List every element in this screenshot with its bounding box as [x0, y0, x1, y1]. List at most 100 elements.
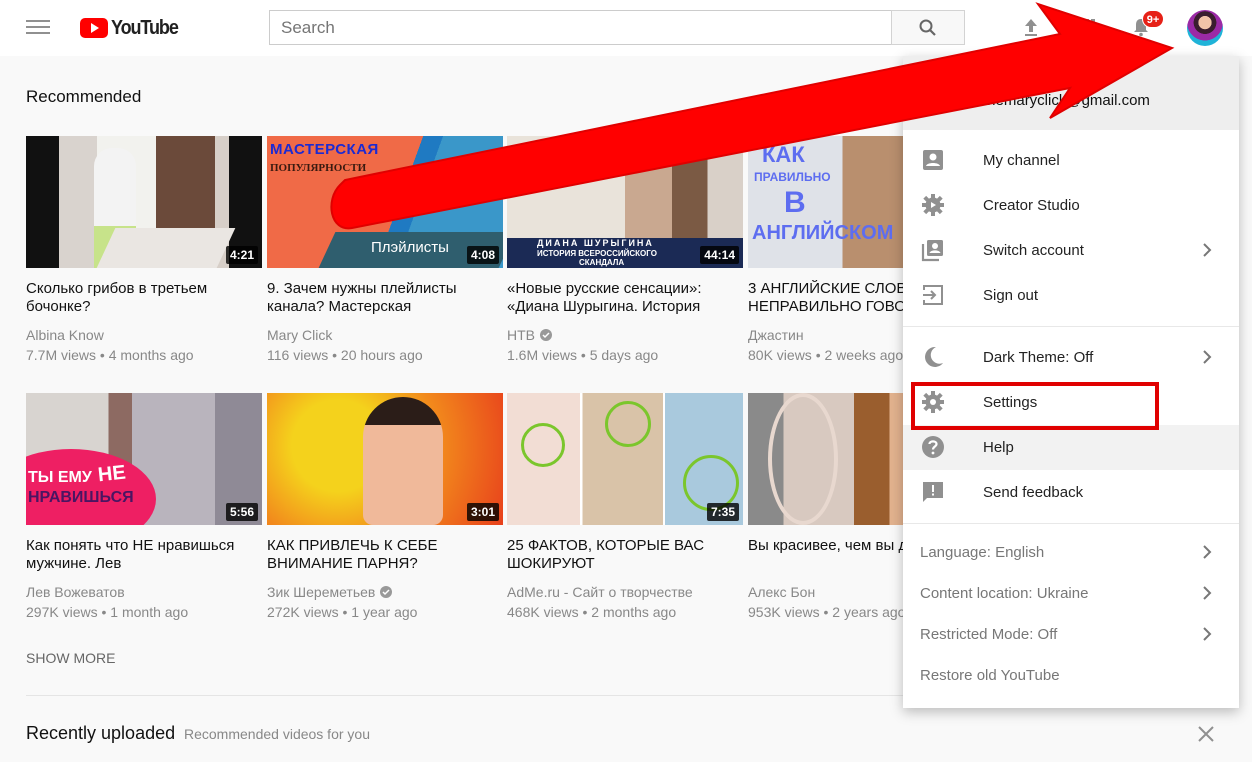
video-channel[interactable]: AdMe.ru - Сайт о творчестве — [507, 584, 693, 600]
menu-item-sign-out[interactable]: Sign out — [903, 273, 1239, 318]
channel-name[interactable]: Зик Шереметьев — [267, 584, 375, 600]
video-channel[interactable]: Джастин — [748, 327, 804, 343]
menu-item-dark-theme[interactable]: Dark Theme: Off — [903, 335, 1239, 380]
channel-name[interactable]: Albina Know — [26, 327, 104, 343]
video-title[interactable]: КАК ПРИВЛЕЧЬ К СЕБЕ ВНИМАНИЕ ПАРНЯ? — [267, 537, 497, 573]
video-channel[interactable]: НТВ — [507, 327, 552, 343]
section-title-recommended: Recommended — [26, 87, 142, 106]
chevron-right-icon — [1203, 243, 1212, 257]
menu-item-label: Language: English — [920, 544, 1045, 561]
video-channel[interactable]: Лев Вожеватов — [26, 584, 125, 600]
view-count: 272K views — [267, 604, 339, 620]
section-title-recently-uploaded: Recently uploaded — [26, 723, 176, 743]
avatar-button[interactable] — [1187, 10, 1223, 46]
channel-name[interactable]: Лев Вожеватов — [26, 584, 125, 600]
video-thumbnail[interactable]: 3:01 — [267, 393, 503, 525]
menu-item-my-channel[interactable]: My channel — [903, 138, 1239, 183]
thumb-text: ИСТОРИЯ ВСЕРОССИЙСКОГО — [537, 249, 657, 258]
video-title[interactable]: Как понять что НЕ нравишься мужчине. Лев — [26, 537, 256, 573]
channel-name[interactable]: AdMe.ru - Сайт о творчестве — [507, 584, 693, 600]
account-box-icon — [923, 150, 943, 170]
menu-item-label: Creator Studio — [983, 197, 1080, 214]
search-icon — [919, 19, 936, 36]
video-thumbnail[interactable]: ДИАНА ШУРЫГИНА ИСТОРИЯ ВСЕРОССИЙСКОГО СК… — [507, 136, 743, 268]
section-subtitle: Recommended videos for you — [184, 726, 370, 742]
thumb-text: Плэйлисты — [371, 239, 449, 256]
menu-item-label: Help — [983, 439, 1014, 456]
menu-item-restore-old-youtube[interactable]: Restore old YouTube — [903, 655, 1239, 696]
menu-item-label: Dark Theme: Off — [983, 349, 1094, 366]
channel-name[interactable]: Джастин — [748, 327, 804, 343]
view-count: 953K views — [748, 604, 820, 620]
menu-item-send-feedback[interactable]: Send feedback — [903, 470, 1239, 515]
show-more-button[interactable]: SHOW MORE — [26, 650, 115, 666]
menu-item-help[interactable]: Help — [903, 425, 1239, 470]
menu-item-settings[interactable]: Settings — [903, 380, 1239, 425]
menu-item-language[interactable]: Language: English — [903, 532, 1239, 573]
logo-text: YouTube — [111, 16, 179, 39]
video-thumbnail[interactable]: 4:21 — [26, 136, 262, 268]
youtube-logo[interactable]: YouTube — [80, 16, 185, 40]
thumb-text: ПОПУЛЯРНОСТИ — [270, 162, 367, 174]
menu-item-label: Send feedback — [983, 484, 1084, 501]
video-duration: 3:01 — [466, 503, 499, 521]
thumb-text: КАК — [762, 142, 805, 167]
channel-name[interactable]: НТВ — [507, 327, 535, 343]
apps-button[interactable] — [1076, 16, 1098, 38]
video-channel[interactable]: Albina Know — [26, 327, 104, 343]
view-count: 116 views — [267, 347, 329, 363]
account-menu-section: My channel Creator Studio Switch account… — [903, 130, 1239, 327]
thumb-text: В — [784, 186, 806, 219]
upload-age: 2 months ago — [591, 604, 677, 620]
video-duration: 4:21 — [225, 246, 258, 264]
upload-age: 4 months ago — [108, 347, 194, 363]
video-duration: 5:56 — [225, 503, 258, 521]
thumb-text: АНГЛИЙСКОМ — [752, 222, 894, 244]
chevron-right-icon — [1203, 545, 1212, 559]
dismiss-section-button[interactable] — [1196, 724, 1216, 744]
view-count: 80K views — [748, 347, 812, 363]
hamburger-line — [26, 20, 50, 22]
video-duration: 44:14 — [700, 246, 739, 264]
search-button[interactable] — [891, 10, 965, 45]
upload-age: 2 years ago — [832, 604, 906, 620]
sign-out-icon — [923, 285, 943, 305]
view-count: 7.7M views — [26, 347, 97, 363]
menu-item-content-location[interactable]: Content location: Ukraine — [903, 573, 1239, 614]
menu-item-label: Switch account — [983, 242, 1084, 259]
account-email: themaryclick@gmail.com — [983, 92, 1150, 109]
video-title[interactable]: 25 ФАКТОВ, КОТОРЫЕ ВАС ШОКИРУЮТ — [507, 537, 737, 573]
video-title[interactable]: Сколько грибов в третьем бочонке? — [26, 280, 256, 316]
chevron-right-icon — [1203, 586, 1212, 600]
video-channel[interactable]: Mary Click — [267, 327, 332, 343]
video-thumbnail[interactable]: ТЫ ЕМУ НЕ НРАВИШЬСЯ 5:56 — [26, 393, 262, 525]
video-title[interactable]: «Новые русские сенсации»: «Диана Шурыгин… — [507, 280, 737, 316]
menu-item-restricted-mode[interactable]: Restricted Mode: Off — [903, 614, 1239, 655]
feedback-icon — [923, 482, 943, 502]
view-count: 297K views — [26, 604, 98, 620]
channel-name[interactable]: Mary Click — [267, 327, 332, 343]
account-menu-section: Dark Theme: Off Settings Help Send feedb… — [903, 327, 1239, 524]
thumb-text: СКАНДАЛА — [579, 258, 625, 267]
video-title[interactable]: 9. Зачем нужны плейлисты канала? Мастерс… — [267, 280, 497, 316]
thumb-text: ТЫ ЕМУ — [28, 469, 92, 486]
verified-badge-icon — [540, 329, 552, 341]
menu-item-creator-studio[interactable]: Creator Studio — [903, 183, 1239, 228]
guide-menu-button[interactable] — [26, 17, 50, 37]
channel-name[interactable]: Алекс Бон — [748, 584, 815, 600]
video-channel[interactable]: Алекс Бон — [748, 584, 815, 600]
menu-item-switch-account[interactable]: Switch account — [903, 228, 1239, 273]
video-meta: 468K views • 2 months ago — [507, 604, 677, 620]
notification-count-badge: 9+ — [1142, 10, 1164, 28]
chevron-right-icon — [1203, 350, 1212, 364]
search-input[interactable] — [269, 10, 892, 45]
gear-play-icon — [922, 194, 944, 216]
video-thumbnail[interactable]: 7:35 — [507, 393, 743, 525]
moon-icon — [925, 346, 943, 367]
masthead: YouTube 9+ — [0, 0, 1252, 56]
upload-button[interactable] — [1020, 16, 1042, 38]
video-thumbnail[interactable]: МАСТЕРСКАЯ ПОПУЛЯРНОСТИ Плэйлисты 4:08 — [267, 136, 503, 268]
video-channel[interactable]: Зик Шереметьев — [267, 584, 393, 600]
switch-account-icon — [921, 240, 943, 262]
menu-item-label: Restore old YouTube — [920, 667, 1060, 684]
